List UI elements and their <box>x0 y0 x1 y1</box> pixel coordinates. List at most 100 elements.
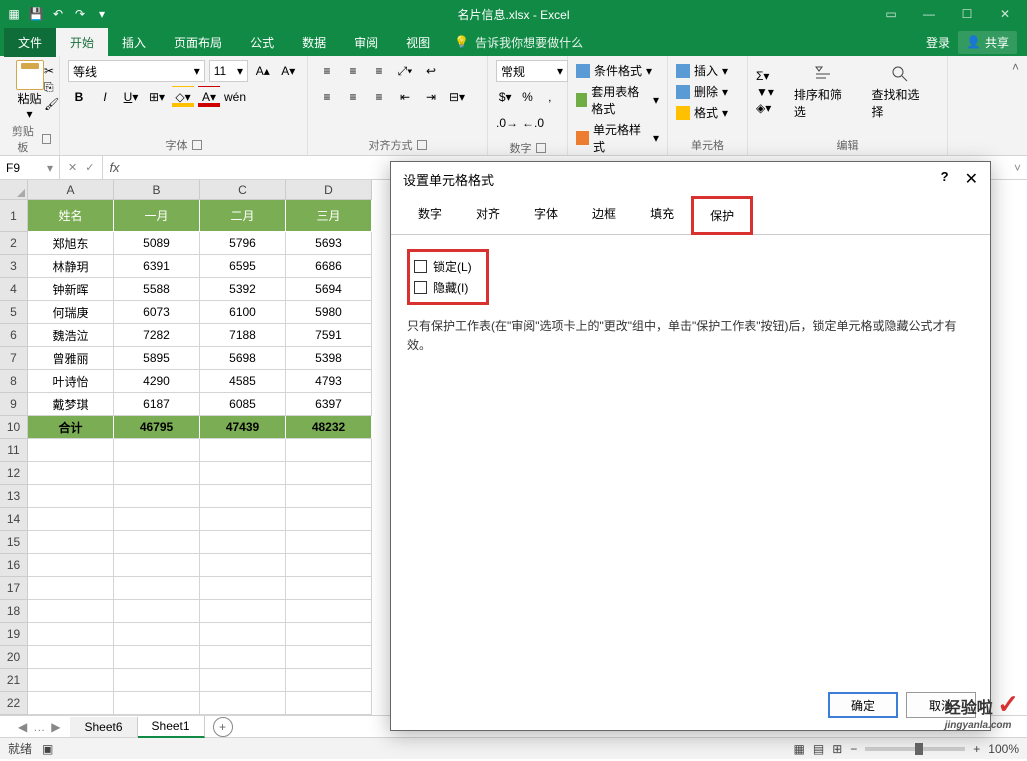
tab-formulas[interactable]: 公式 <box>236 28 288 57</box>
col-header[interactable]: C <box>200 180 286 199</box>
dialog-title-bar[interactable]: 设置单元格格式 ? ✕ <box>391 162 990 196</box>
cell[interactable] <box>114 554 200 577</box>
next-sheet-icon[interactable]: ▶ <box>51 720 60 734</box>
cell[interactable]: 5398 <box>286 347 372 370</box>
grow-font-icon[interactable]: A▴ <box>252 60 274 82</box>
add-sheet-button[interactable]: + <box>213 717 233 737</box>
tab-review[interactable]: 审阅 <box>340 28 392 57</box>
cell[interactable]: 4793 <box>286 370 372 393</box>
shrink-font-icon[interactable]: A▾ <box>278 60 300 82</box>
cell[interactable]: 6391 <box>114 255 200 278</box>
cell[interactable] <box>28 462 114 485</box>
cell[interactable]: 5980 <box>286 301 372 324</box>
cell[interactable]: 郑旭东 <box>28 232 114 255</box>
clipboard-launcher[interactable] <box>42 134 51 144</box>
minimize-icon[interactable]: — <box>911 2 947 26</box>
row-header[interactable]: 12 <box>0 462 27 485</box>
cell[interactable]: 6686 <box>286 255 372 278</box>
tab-view[interactable]: 视图 <box>392 28 444 57</box>
decimal-dec-icon[interactable]: ←.0 <box>522 112 544 134</box>
underline-button[interactable]: U▾ <box>120 86 142 108</box>
cell[interactable]: 5698 <box>200 347 286 370</box>
login-button[interactable]: 登录 <box>926 34 950 51</box>
cell[interactable]: 5895 <box>114 347 200 370</box>
row-header[interactable]: 21 <box>0 669 27 692</box>
save-icon[interactable]: 💾 <box>28 6 44 22</box>
cell[interactable]: 6187 <box>114 393 200 416</box>
col-header[interactable]: B <box>114 180 200 199</box>
cell[interactable] <box>28 554 114 577</box>
cell[interactable]: 6595 <box>200 255 286 278</box>
dlg-tab-font[interactable]: 字体 <box>517 196 575 235</box>
view-break-icon[interactable]: ⊞ <box>832 742 842 756</box>
align-center-icon[interactable]: ≡ <box>342 86 364 108</box>
cell[interactable] <box>28 623 114 646</box>
cell[interactable] <box>114 623 200 646</box>
tab-home[interactable]: 开始 <box>56 28 108 57</box>
copy-icon[interactable]: ⎘ <box>44 80 59 95</box>
orientation-icon[interactable]: ⤢▾ <box>394 60 416 82</box>
italic-button[interactable]: I <box>94 86 116 108</box>
align-left-icon[interactable]: ≡ <box>316 86 338 108</box>
row-header[interactable]: 16 <box>0 554 27 577</box>
zoom-level[interactable]: 100% <box>988 742 1019 756</box>
cell[interactable] <box>286 508 372 531</box>
cell[interactable] <box>28 692 114 715</box>
cell[interactable]: 6073 <box>114 301 200 324</box>
cell[interactable]: 48232 <box>286 416 372 439</box>
select-all-corner[interactable] <box>0 180 28 200</box>
cell[interactable]: 钟新晖 <box>28 278 114 301</box>
cancel-formula-icon[interactable]: ✕ <box>66 161 79 174</box>
cell[interactable] <box>286 577 372 600</box>
row-header[interactable]: 1 <box>0 200 27 232</box>
cell[interactable]: 二月 <box>200 200 286 232</box>
expand-formula-icon[interactable]: ˅ <box>1008 161 1027 175</box>
cell[interactable]: 4290 <box>114 370 200 393</box>
cell[interactable] <box>286 554 372 577</box>
row-header[interactable]: 10 <box>0 416 27 439</box>
font-color-button[interactable]: A▾ <box>198 86 220 108</box>
cell[interactable] <box>200 669 286 692</box>
zoom-out-icon[interactable]: − <box>850 742 857 756</box>
ok-button[interactable]: 确定 <box>828 692 898 718</box>
cell[interactable] <box>286 485 372 508</box>
cell[interactable] <box>28 577 114 600</box>
cell[interactable] <box>200 554 286 577</box>
row-header[interactable]: 18 <box>0 600 27 623</box>
dialog-help-icon[interactable]: ? <box>941 169 949 189</box>
align-bot-icon[interactable]: ≡ <box>368 60 390 82</box>
lock-checkbox[interactable]: 锁定(L) <box>414 256 472 277</box>
row-header[interactable]: 20 <box>0 646 27 669</box>
tab-insert[interactable]: 插入 <box>108 28 160 57</box>
row-header[interactable]: 13 <box>0 485 27 508</box>
cell[interactable]: 5796 <box>200 232 286 255</box>
cell[interactable] <box>286 669 372 692</box>
cell[interactable]: 4585 <box>200 370 286 393</box>
cell[interactable] <box>28 439 114 462</box>
cell[interactable]: 戴梦琪 <box>28 393 114 416</box>
indent-dec-icon[interactable]: ⇤ <box>394 86 416 108</box>
tab-layout[interactable]: 页面布局 <box>160 28 236 57</box>
cell[interactable] <box>286 531 372 554</box>
wrap-text-icon[interactable]: ↩ <box>420 60 442 82</box>
col-header[interactable]: D <box>286 180 372 199</box>
cell[interactable]: 5694 <box>286 278 372 301</box>
dlg-tab-number[interactable]: 数字 <box>401 196 459 235</box>
col-header[interactable]: A <box>28 180 114 199</box>
view-normal-icon[interactable]: ▦ <box>794 742 805 756</box>
cell[interactable]: 5089 <box>114 232 200 255</box>
autosum-icon[interactable]: Σ▾ <box>756 69 774 83</box>
cell[interactable]: 魏浩泣 <box>28 324 114 347</box>
cell[interactable]: 三月 <box>286 200 372 232</box>
cell[interactable]: 林静玥 <box>28 255 114 278</box>
cell[interactable] <box>200 646 286 669</box>
cell[interactable] <box>114 508 200 531</box>
cell-style-button[interactable]: 单元格样式▾ <box>576 119 659 157</box>
redo-icon[interactable]: ↷ <box>72 6 88 22</box>
cell[interactable]: 7282 <box>114 324 200 347</box>
cell[interactable] <box>114 462 200 485</box>
macro-icon[interactable]: ▣ <box>42 742 53 756</box>
cell[interactable] <box>28 646 114 669</box>
collapse-ribbon-icon[interactable]: ˄ <box>1004 56 1027 155</box>
cell[interactable] <box>200 508 286 531</box>
